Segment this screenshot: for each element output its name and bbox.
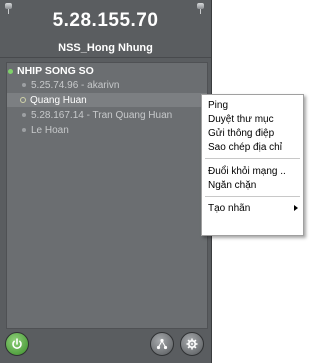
menu-item-browse-folder[interactable]: Duyệt thư mục bbox=[202, 112, 303, 126]
contact-name: Le Hoan bbox=[31, 124, 69, 136]
context-menu: Ping Duyệt thư mục Gửi thông điệp Sao ch… bbox=[201, 94, 304, 236]
offline-dot-icon bbox=[22, 83, 26, 87]
user-name: NSS_Hong Nhung bbox=[58, 42, 153, 54]
offline-dot-icon bbox=[22, 113, 26, 117]
contact-list[interactable]: NHIP SONG SO 5.25.74.96 - akarivn Quang … bbox=[6, 62, 208, 329]
offline-dot-icon bbox=[22, 128, 26, 132]
settings-button[interactable] bbox=[180, 332, 204, 356]
menu-item-ping[interactable]: Ping bbox=[202, 98, 303, 112]
menu-item-copy-address[interactable]: Sao chép địa chỉ bbox=[202, 140, 303, 154]
network-button[interactable] bbox=[150, 332, 174, 356]
ip-address: 5.28.155.70 bbox=[52, 10, 159, 31]
menu-item-block[interactable]: Ngăn chặn bbox=[202, 178, 303, 192]
menu-item-create-label[interactable]: Tạo nhãn bbox=[202, 201, 303, 215]
list-item[interactable]: 5.28.167.14 - Tran Quang Huan bbox=[7, 108, 207, 122]
menu-separator bbox=[205, 196, 300, 197]
list-item[interactable]: Quang Huan bbox=[7, 93, 207, 107]
list-item[interactable]: Le Hoan bbox=[7, 123, 207, 137]
divider bbox=[0, 57, 211, 58]
power-icon bbox=[12, 338, 22, 349]
bottom-toolbar bbox=[0, 330, 211, 363]
menu-item-send-message[interactable]: Gửi thông điệp bbox=[202, 126, 303, 140]
group-status-icon bbox=[8, 68, 13, 74]
gear-icon bbox=[186, 338, 198, 350]
menu-item-kick[interactable]: Đuổi khỏi mạng .. bbox=[202, 164, 303, 178]
contact-name: 5.28.167.14 - Tran Quang Huan bbox=[31, 109, 173, 121]
group-header[interactable]: NHIP SONG SO bbox=[7, 64, 94, 78]
network-icon bbox=[156, 338, 168, 350]
online-ring-icon bbox=[20, 97, 26, 103]
contact-name: Quang Huan bbox=[30, 94, 87, 106]
contact-name: 5.25.74.96 - akarivn bbox=[31, 79, 120, 91]
menu-separator bbox=[205, 158, 300, 159]
submenu-arrow-icon bbox=[294, 205, 298, 211]
app-window: 5.28.155.70 NSS_Hong Nhung NHIP SONG SO … bbox=[0, 0, 212, 363]
menu-item-label: Tạo nhãn bbox=[208, 202, 251, 214]
power-button[interactable] bbox=[5, 332, 29, 356]
list-item[interactable]: 5.25.74.96 - akarivn bbox=[7, 78, 207, 92]
group-label: NHIP SONG SO bbox=[17, 65, 94, 77]
